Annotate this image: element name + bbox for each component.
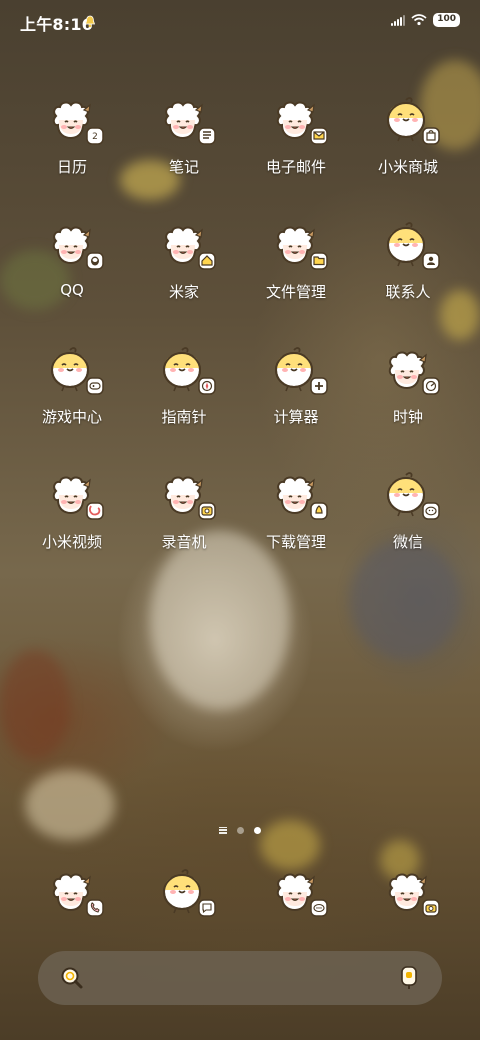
app-label: 时钟 <box>392 408 423 426</box>
app-icon[interactable]: 小米商城 <box>352 96 464 216</box>
status-bar: 上午8:16 100 <box>0 0 480 44</box>
app-icon-image[interactable] <box>44 471 104 520</box>
app-label: 计算器 <box>273 408 319 426</box>
app-icon[interactable]: 文件管理 <box>240 221 352 341</box>
app-label: 文件管理 <box>265 283 326 301</box>
wifi-icon <box>411 11 427 30</box>
dock-app-icon-image[interactable] <box>268 868 328 917</box>
app-icon[interactable]: 米家 <box>128 221 240 341</box>
search-bar[interactable] <box>38 951 442 1005</box>
app-icon-image[interactable] <box>156 221 216 270</box>
battery-indicator: 100 <box>433 13 460 27</box>
page-dot-2[interactable] <box>254 826 261 834</box>
app-icon[interactable]: 录音机 <box>128 471 240 591</box>
search-icon[interactable] <box>60 966 84 990</box>
app-label: QQ <box>60 281 84 299</box>
app-icon-image[interactable] <box>268 471 328 520</box>
dock-app-icon[interactable] <box>156 868 216 917</box>
app-icon[interactable]: 联系人 <box>352 221 464 341</box>
status-indicators: 100 <box>391 12 460 28</box>
notification-bell-icon <box>84 13 96 28</box>
page-indicator[interactable] <box>0 824 480 836</box>
app-label: 笔记 <box>168 158 199 176</box>
app-icon-image[interactable] <box>44 346 104 395</box>
app-list-indicator-icon[interactable] <box>219 826 227 834</box>
status-time: 上午8:16 <box>20 15 93 34</box>
app-label: 米家 <box>168 283 199 301</box>
app-icon[interactable]: 计算器 <box>240 346 352 466</box>
app-icon-image[interactable] <box>380 471 440 520</box>
page-dot-1[interactable] <box>237 826 244 834</box>
app-label: 指南针 <box>161 408 207 426</box>
app-icon[interactable]: 微信 <box>352 471 464 591</box>
app-label: 录音机 <box>161 533 207 551</box>
app-icon-image[interactable]: 2 <box>44 96 104 145</box>
app-icon-image[interactable] <box>268 346 328 395</box>
app-icon[interactable]: 电子邮件 <box>240 96 352 216</box>
app-label: 小米商城 <box>377 158 438 176</box>
app-icon-image[interactable] <box>380 221 440 270</box>
dock-app-icon[interactable] <box>380 868 440 917</box>
app-icon-image[interactable] <box>156 96 216 145</box>
dock-app-icon[interactable] <box>44 868 104 917</box>
app-icon[interactable]: 时钟 <box>352 346 464 466</box>
app-icon[interactable]: 指南针 <box>128 346 240 466</box>
app-icon-image[interactable] <box>380 346 440 395</box>
app-icon-image[interactable] <box>44 221 104 270</box>
svg-text:2: 2 <box>92 132 98 142</box>
home-screen: 上午8:16 100 2 日历 笔记 电子邮件 小米商城 QQ 米家 文件管理 … <box>0 0 480 1040</box>
app-label: 下载管理 <box>265 533 326 551</box>
app-icon[interactable]: QQ <box>16 221 128 341</box>
app-icon[interactable]: 下载管理 <box>240 471 352 591</box>
app-label: 电子邮件 <box>265 158 326 176</box>
app-label: 微信 <box>392 533 423 551</box>
app-icon-image[interactable] <box>156 471 216 520</box>
app-label: 日历 <box>56 158 87 176</box>
dock-app-icon-image[interactable] <box>44 868 104 917</box>
voice-search-icon[interactable] <box>398 965 420 991</box>
app-icon-image[interactable] <box>380 96 440 145</box>
dock-app-icon-image[interactable] <box>380 868 440 917</box>
app-label: 游戏中心 <box>41 408 102 426</box>
dock-app-icon[interactable] <box>268 868 328 917</box>
app-label: 联系人 <box>385 283 431 301</box>
dock-app-icon-image[interactable] <box>156 868 216 917</box>
app-icon[interactable]: 小米视频 <box>16 471 128 591</box>
app-label: 小米视频 <box>41 533 102 551</box>
app-icon-image[interactable] <box>268 221 328 270</box>
app-icon[interactable]: 游戏中心 <box>16 346 128 466</box>
cellular-signal-icon <box>391 14 406 26</box>
app-icon-image[interactable] <box>268 96 328 145</box>
app-icon[interactable]: 笔记 <box>128 96 240 216</box>
app-icon-image[interactable] <box>156 346 216 395</box>
app-icon[interactable]: 2 日历 <box>16 96 128 216</box>
